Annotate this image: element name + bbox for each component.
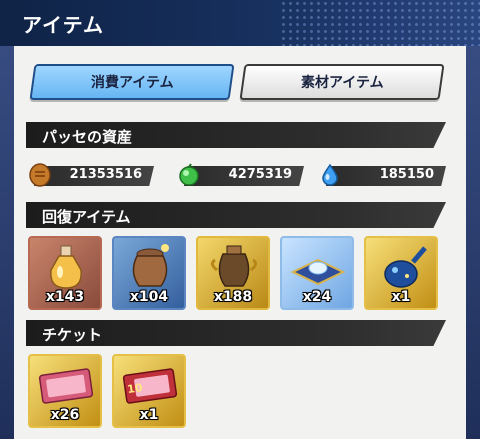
item-panel: 消費アイテム 素材アイテム パッセの資産 21353516 4275319 18… <box>14 46 466 439</box>
recovery-item-potion[interactable]: x143 <box>28 236 102 310</box>
asset-blue-drop: 185150 <box>326 166 446 186</box>
item-count: x1 <box>391 289 411 305</box>
ticket-item-pink[interactable]: x26 <box>28 354 102 428</box>
asset-value: 4275319 <box>228 167 292 182</box>
green-gem-icon <box>179 163 199 186</box>
tab-label: 素材アイテム <box>300 75 384 91</box>
section-title: 回復アイテム <box>42 208 131 226</box>
golden-urn-icon <box>210 245 258 287</box>
header-bar: アイテム <box>0 0 480 46</box>
section-header-recovery: 回復アイテム <box>26 202 446 228</box>
crystal-cushion-icon <box>290 258 346 286</box>
pot-icon <box>132 244 169 287</box>
blue-vase-icon <box>384 246 427 288</box>
asset-row: 21353516 4275319 185150 <box>26 163 456 187</box>
item-count: x24 <box>302 289 332 305</box>
item-count: x1 <box>139 407 159 423</box>
recovery-item-golden-urn[interactable]: x188 <box>196 236 270 310</box>
background-left-edge <box>0 0 14 439</box>
asset-coin: 21353516 <box>34 166 154 186</box>
asset-value: 21353516 <box>69 167 142 182</box>
item-count: x188 <box>213 289 253 305</box>
tab-label: 消費アイテム <box>90 75 174 91</box>
background-right-edge <box>466 0 480 439</box>
header-decoration <box>280 0 480 46</box>
item-count: x104 <box>129 289 169 305</box>
potion-bottle-icon <box>50 245 82 289</box>
recovery-item-pot[interactable]: x104 <box>112 236 186 310</box>
section-header-tickets: チケット <box>26 320 446 346</box>
asset-green-gem: 4275319 <box>184 166 304 186</box>
item-count: x143 <box>45 289 85 305</box>
asset-value: 185150 <box>379 167 434 182</box>
section-header-assets: パッセの資産 <box>26 122 446 148</box>
tab-material-items[interactable]: 素材アイテム <box>239 64 445 100</box>
tab-consumable-items[interactable]: 消費アイテム <box>29 64 235 100</box>
section-title: パッセの資産 <box>42 128 133 146</box>
ten-ticket-icon: 10 <box>122 368 178 404</box>
ticket-item-ten[interactable]: 10 x1 <box>112 354 186 428</box>
coin-icon <box>29 163 51 187</box>
item-count: x26 <box>50 407 80 423</box>
pink-ticket-icon <box>38 368 94 404</box>
section-title: チケット <box>42 326 103 344</box>
blue-drop-icon <box>322 163 338 186</box>
recovery-item-crystal-cushion[interactable]: x24 <box>280 236 354 310</box>
svg-text:10: 10 <box>126 381 143 396</box>
page-title: アイテム <box>22 13 104 37</box>
recovery-item-blue-vase[interactable]: x1 <box>364 236 438 310</box>
